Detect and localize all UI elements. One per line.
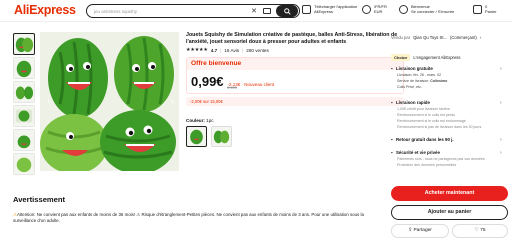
color-swatches: [186, 126, 232, 147]
thumbnail[interactable]: [13, 57, 35, 79]
offer-title: Offre bienvenue: [187, 58, 403, 70]
free-returns: ▪ Retour gratuit dans les 90 j.: [391, 137, 454, 142]
thumbnail[interactable]: [13, 153, 35, 175]
share-button[interactable]: ⇪ Partager: [391, 224, 449, 238]
warning-title: Avertissement: [13, 195, 66, 204]
buy-now-button[interactable]: Acheter maintenant: [391, 186, 508, 201]
cart-menu[interactable]: 0 Panier: [473, 4, 497, 14]
chevron-right-icon[interactable]: ›: [500, 137, 502, 143]
aliexpress-logo[interactable]: AliExpress: [14, 3, 76, 17]
search-input[interactable]: jeu antistress squishy: [94, 9, 251, 14]
choice-text: L'engagement AliExpress: [413, 55, 461, 60]
welcome-offer-box: Offre bienvenue 0,99€ -2,13€ · Nouveau c…: [186, 57, 404, 94]
cart-icon: [473, 4, 482, 14]
old-price: 3,12€: [227, 85, 238, 90]
chevron-right-icon[interactable]: ›: [500, 150, 502, 156]
service-value: Colissimo: [430, 79, 448, 83]
rating-row: ★★★★★ 4.7 | 16 Avis | 260 ventes: [186, 47, 269, 53]
security-heading: ▪ Sécurité et vie privée: [391, 150, 440, 155]
clear-icon[interactable]: ✕: [251, 7, 257, 15]
thumbnail[interactable]: [13, 81, 35, 103]
delivery-service: Service de livraison: Colissimo: [397, 79, 448, 83]
download-sub: AliExpress: [314, 9, 333, 14]
product-main-image[interactable]: [40, 32, 179, 171]
globe-icon: [362, 4, 371, 14]
account-signin: Se connecter / S'inscrire: [411, 9, 455, 14]
coupon-text: -2,00€ sur 15,00€: [190, 99, 223, 104]
chevron-right-icon[interactable]: ›: [500, 66, 502, 72]
fast-delivery-item: Remboursement si le colis est endommagé: [397, 119, 466, 123]
color-swatch[interactable]: [211, 126, 232, 147]
color-value: 1pc: [206, 118, 214, 123]
prev-image-icon[interactable]: ‹: [44, 95, 53, 107]
heart-icon: ♡: [474, 228, 479, 233]
share-label: Partager: [413, 228, 432, 233]
camera-icon[interactable]: [263, 8, 271, 14]
star-rating-icon: ★★★★★: [186, 47, 208, 53]
add-to-cart-button[interactable]: Ajouter au panier: [391, 205, 508, 220]
service-more: Colis Privé, etc.: [397, 85, 422, 89]
chevron-right-icon[interactable]: ›: [500, 100, 502, 106]
product-title: Jouets Squishy de Simulation créative de…: [186, 32, 398, 45]
thumbnail[interactable]: [13, 129, 35, 151]
thumbnail-list: [13, 33, 35, 177]
next-image-icon[interactable]: ›: [168, 95, 177, 107]
sold-by-label: Vendu par: [391, 35, 411, 40]
free-delivery-heading: ▪ Livraison gratuite: [391, 66, 433, 71]
color-swatch[interactable]: [186, 126, 207, 147]
top-header: AliExpress jeu antistress squishy ✕ Télé…: [0, 0, 512, 22]
fast-delivery-item: 1,00€ crédit pour livraison tardive: [397, 107, 450, 111]
rating-value: 4.7: [210, 47, 218, 53]
choice-badge: Choice: [391, 54, 411, 61]
locale-selector[interactable]: /FR/FR EUR: [362, 4, 387, 14]
download-app[interactable]: Télécharger l'application AliExpress: [302, 4, 357, 14]
user-icon: [399, 4, 408, 14]
likes-count: 75: [480, 228, 486, 233]
delivery-date: Livraison: fév. 26 - mars. 02: [397, 73, 442, 77]
fast-delivery-item: Remboursement si pas de livraison dans l…: [397, 125, 482, 129]
watermelon-squishy-image: [40, 32, 179, 171]
coupon-banner[interactable]: -2,00€ sur 15,00€ ›: [186, 97, 404, 106]
choice-row[interactable]: Choice L'engagement AliExpress: [391, 54, 460, 61]
search-icon: [283, 7, 291, 15]
fast-delivery-heading: ▪ Livraison rapide: [391, 100, 430, 105]
qr-code-icon: [302, 4, 311, 14]
seller-row: Vendu par Qian Qu Toys St... (Commerçant…: [391, 35, 481, 40]
cart-label: Panier: [485, 9, 497, 14]
search-bar[interactable]: jeu antistress squishy ✕: [86, 4, 300, 18]
thumbnail[interactable]: [13, 105, 35, 127]
share-icon: ⇪: [408, 228, 413, 233]
fast-delivery-item: Remboursement si le colis est perdu: [397, 113, 456, 117]
security-item: Paiements sûrs : nous ne partageons pas …: [397, 157, 485, 161]
search-button[interactable]: [276, 5, 298, 17]
locale-currency: EUR: [374, 9, 383, 14]
warning-text: ⚠Attention: Ne convient pas aux enfants …: [13, 212, 364, 223]
sold-count: 260 ventes: [246, 47, 269, 53]
chevron-right-icon[interactable]: ›: [480, 35, 481, 40]
account-menu[interactable]: Bienvenue Se connecter / S'inscrire: [399, 4, 454, 14]
seller-tag: (Commerçant): [450, 35, 477, 40]
color-label: Couleur: 1pc: [186, 118, 214, 123]
wishlist-button[interactable]: ♡ 75: [452, 224, 508, 238]
reviews-link[interactable]: 16 Avis: [224, 48, 239, 53]
thumbnail[interactable]: [13, 33, 35, 55]
price: 0,99€: [191, 74, 224, 89]
security-item: Protection des données personnelles: [397, 163, 457, 167]
seller-name[interactable]: Qian Qu Toys St...: [413, 35, 447, 40]
